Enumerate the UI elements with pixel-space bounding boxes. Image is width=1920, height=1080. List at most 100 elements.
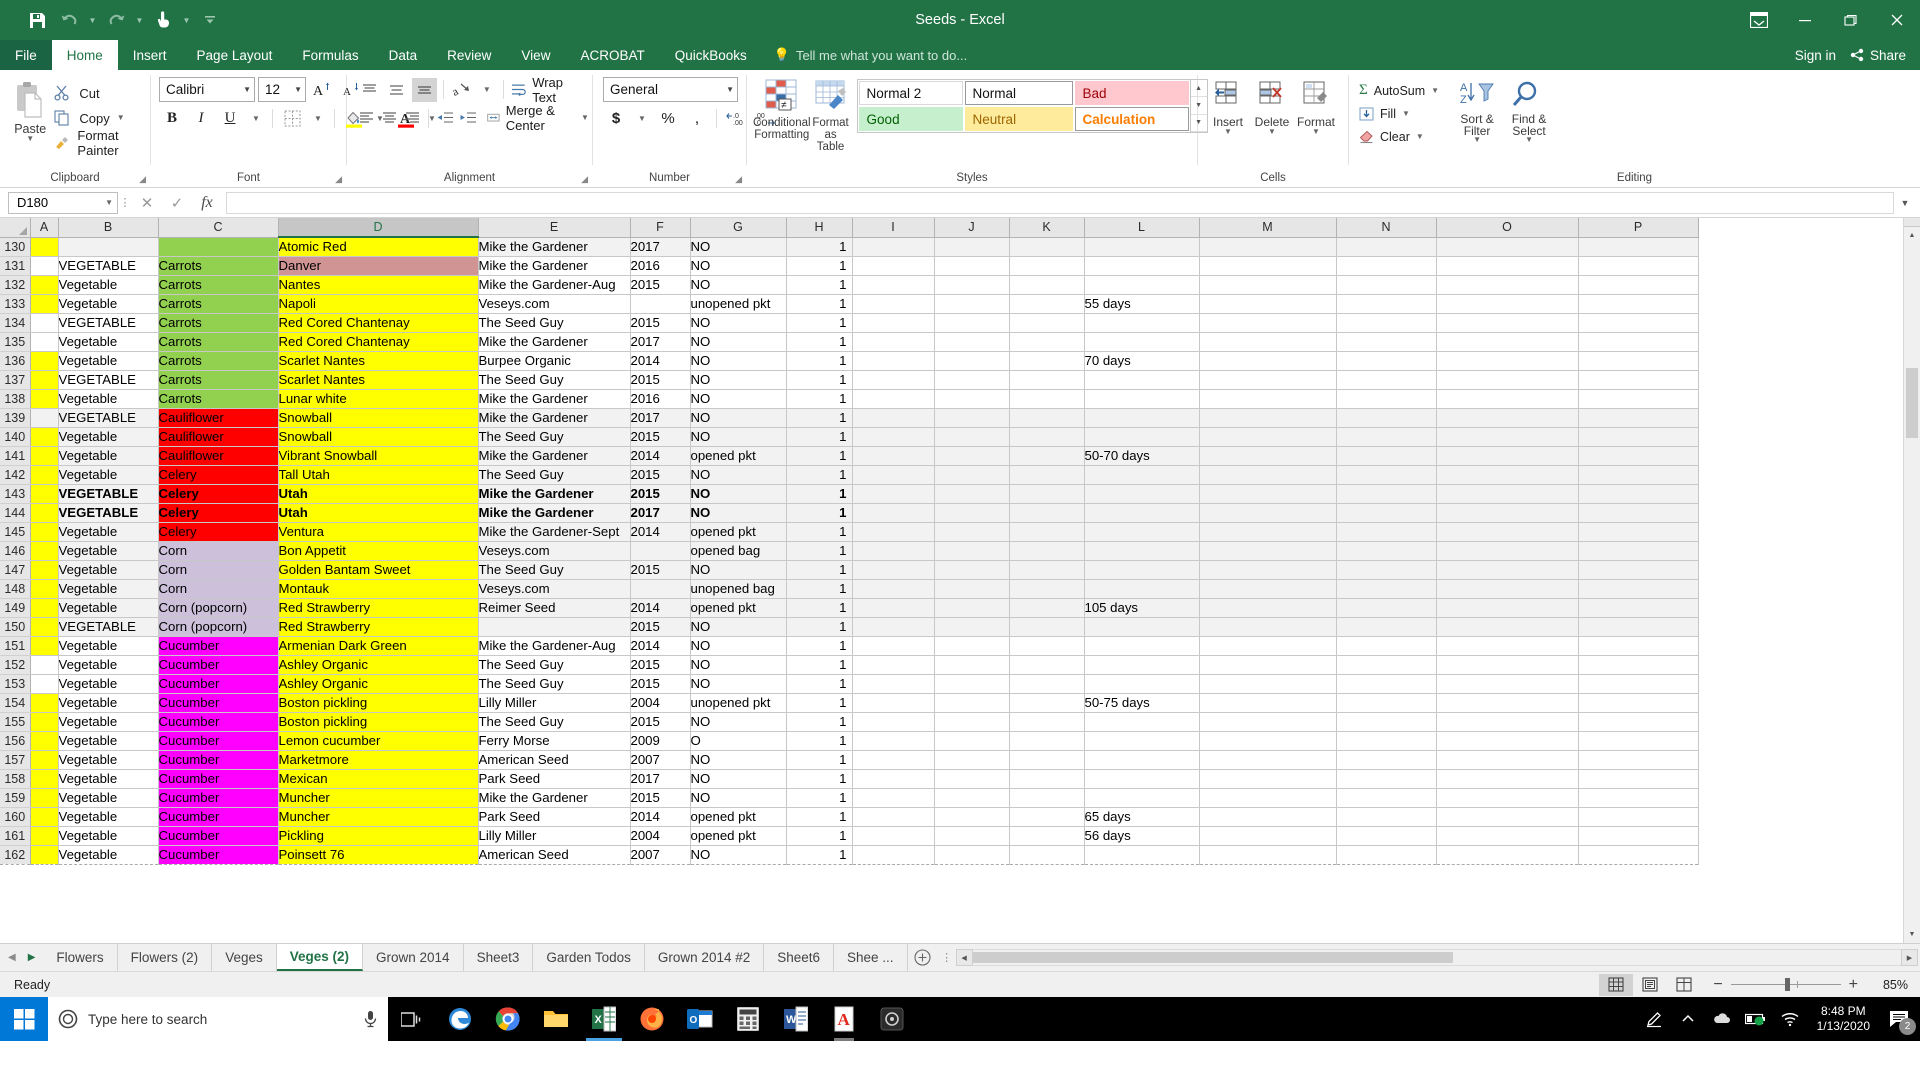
cell-L154[interactable]: 50-75 days	[1084, 693, 1200, 713]
cell-B157[interactable]: Vegetable	[58, 750, 159, 770]
wifi-icon[interactable]	[1773, 997, 1807, 1041]
notification-center-button[interactable]: 2	[1880, 997, 1920, 1041]
cell-O150[interactable]	[1436, 617, 1579, 637]
merge-center-button[interactable]: Merge & Center ▼	[481, 103, 595, 133]
cell-K132[interactable]	[1009, 275, 1085, 295]
taskbar-chrome[interactable]	[484, 997, 532, 1041]
cell-D155[interactable]: Boston pickling	[278, 712, 479, 732]
cell-J155[interactable]	[934, 712, 1010, 732]
cell-M152[interactable]	[1199, 655, 1337, 675]
cell-J150[interactable]	[934, 617, 1010, 637]
cell-C132[interactable]: Carrots	[158, 275, 279, 295]
table-row[interactable]: 143 VEGETABLE Celery Utah Mike the Gardener 2…	[0, 484, 1699, 504]
cell-H135[interactable]: 1	[786, 332, 853, 352]
row-header[interactable]: 145	[0, 522, 31, 542]
cell-E154[interactable]: Lilly Miller	[478, 693, 631, 713]
table-row[interactable]: 145 Vegetable Celery Ventura Mike the Garden…	[0, 522, 1699, 542]
cell-C143[interactable]: Celery	[158, 484, 279, 504]
font-size-caret-icon[interactable]: ▼	[288, 85, 302, 94]
cell-K160[interactable]	[1009, 807, 1085, 827]
cell-K158[interactable]	[1009, 769, 1085, 789]
underline-dropdown-icon[interactable]: ▼	[246, 106, 266, 131]
cell-B158[interactable]: Vegetable	[58, 769, 159, 789]
cell-B139[interactable]: VEGETABLE	[58, 408, 159, 428]
cell-I157[interactable]	[852, 750, 935, 770]
cell-I160[interactable]	[852, 807, 935, 827]
cell-D145[interactable]: Ventura	[278, 522, 479, 542]
cell-B152[interactable]: Vegetable	[58, 655, 159, 675]
sheet-options-icon[interactable]: ⋮	[938, 944, 956, 971]
style-normal[interactable]: Normal	[964, 81, 1073, 105]
cell-P139[interactable]	[1578, 408, 1699, 428]
hscroll-left-icon[interactable]: ◀	[955, 949, 973, 966]
table-row[interactable]: 131 VEGETABLE Carrots Danver Mike the Garden…	[0, 256, 1699, 276]
cell-I137[interactable]	[852, 370, 935, 390]
column-header-k[interactable]: K	[1009, 218, 1085, 238]
cell-A152[interactable]	[30, 655, 59, 675]
format-painter-button[interactable]: Format Painter	[54, 128, 144, 158]
row-header[interactable]: 154	[0, 693, 31, 713]
ribbon-tab-file[interactable]: File	[0, 40, 52, 70]
cell-G145[interactable]: opened pkt	[690, 522, 787, 542]
cell-E133[interactable]: Veseys.com	[478, 294, 631, 314]
cell-D152[interactable]: Ashley Organic	[278, 655, 479, 675]
cell-K147[interactable]	[1009, 560, 1085, 580]
cell-F160[interactable]: 2014	[630, 807, 691, 827]
cell-H151[interactable]: 1	[786, 636, 853, 656]
cell-F137[interactable]: 2015	[630, 370, 691, 390]
cell-P143[interactable]	[1578, 484, 1699, 504]
cell-A135[interactable]	[30, 332, 59, 352]
align-bottom-button[interactable]	[412, 77, 437, 102]
cell-M141[interactable]	[1199, 446, 1337, 466]
cell-B145[interactable]: Vegetable	[58, 522, 159, 542]
cell-I132[interactable]	[852, 275, 935, 295]
cell-B130[interactable]	[58, 237, 159, 257]
table-row[interactable]: 148 Vegetable Corn Montauk Veseys.com unopene…	[0, 579, 1699, 599]
cell-M153[interactable]	[1199, 674, 1337, 694]
row-header[interactable]: 131	[0, 256, 31, 276]
cell-D144[interactable]: Utah	[278, 503, 479, 523]
cell-O138[interactable]	[1436, 389, 1579, 409]
cell-O139[interactable]	[1436, 408, 1579, 428]
cell-L132[interactable]	[1084, 275, 1200, 295]
cell-A154[interactable]	[30, 693, 59, 713]
vertical-scroll-thumb[interactable]	[1906, 368, 1918, 438]
cell-M137[interactable]	[1199, 370, 1337, 390]
cell-N151[interactable]	[1336, 636, 1437, 656]
cell-I155[interactable]	[852, 712, 935, 732]
cell-N148[interactable]	[1336, 579, 1437, 599]
cell-E139[interactable]: Mike the Gardener	[478, 408, 631, 428]
sign-in-link[interactable]: Sign in	[1795, 48, 1836, 63]
sheet-tab-grown-2014-2[interactable]: Grown 2014 #2	[645, 944, 765, 971]
cell-C155[interactable]: Cucumber	[158, 712, 279, 732]
cell-B150[interactable]: VEGETABLE	[58, 617, 159, 637]
cell-N161[interactable]	[1336, 826, 1437, 846]
cell-B148[interactable]: Vegetable	[58, 579, 159, 599]
cell-H154[interactable]: 1	[786, 693, 853, 713]
cell-L153[interactable]	[1084, 674, 1200, 694]
cell-D136[interactable]: Scarlet Nantes	[278, 351, 479, 371]
cell-B136[interactable]: Vegetable	[58, 351, 159, 371]
table-row[interactable]: 161 Vegetable Cucumber Pickling Lilly Miller…	[0, 826, 1699, 846]
cell-A158[interactable]	[30, 769, 59, 789]
cell-F145[interactable]: 2014	[630, 522, 691, 542]
cell-B144[interactable]: VEGETABLE	[58, 503, 159, 523]
cell-M151[interactable]	[1199, 636, 1337, 656]
cell-O152[interactable]	[1436, 655, 1579, 675]
column-header-i[interactable]: I	[852, 218, 935, 238]
taskbar-calculator[interactable]	[724, 997, 772, 1041]
clear-button[interactable]: Clear ▼	[1359, 126, 1439, 147]
cell-O161[interactable]	[1436, 826, 1579, 846]
cell-G160[interactable]: opened pkt	[690, 807, 787, 827]
cell-C138[interactable]: Carrots	[158, 389, 279, 409]
cell-G143[interactable]: NO	[690, 484, 787, 504]
row-header[interactable]: 132	[0, 275, 31, 295]
cell-L157[interactable]	[1084, 750, 1200, 770]
table-row[interactable]: 139 VEGETABLE Cauliflower Snowball Mike the …	[0, 408, 1699, 428]
row-header[interactable]: 157	[0, 750, 31, 770]
orientation-button[interactable]: a	[449, 78, 474, 102]
cell-P152[interactable]	[1578, 655, 1699, 675]
cell-F142[interactable]: 2015	[630, 465, 691, 485]
cell-I146[interactable]	[852, 541, 935, 561]
cell-O155[interactable]	[1436, 712, 1579, 732]
